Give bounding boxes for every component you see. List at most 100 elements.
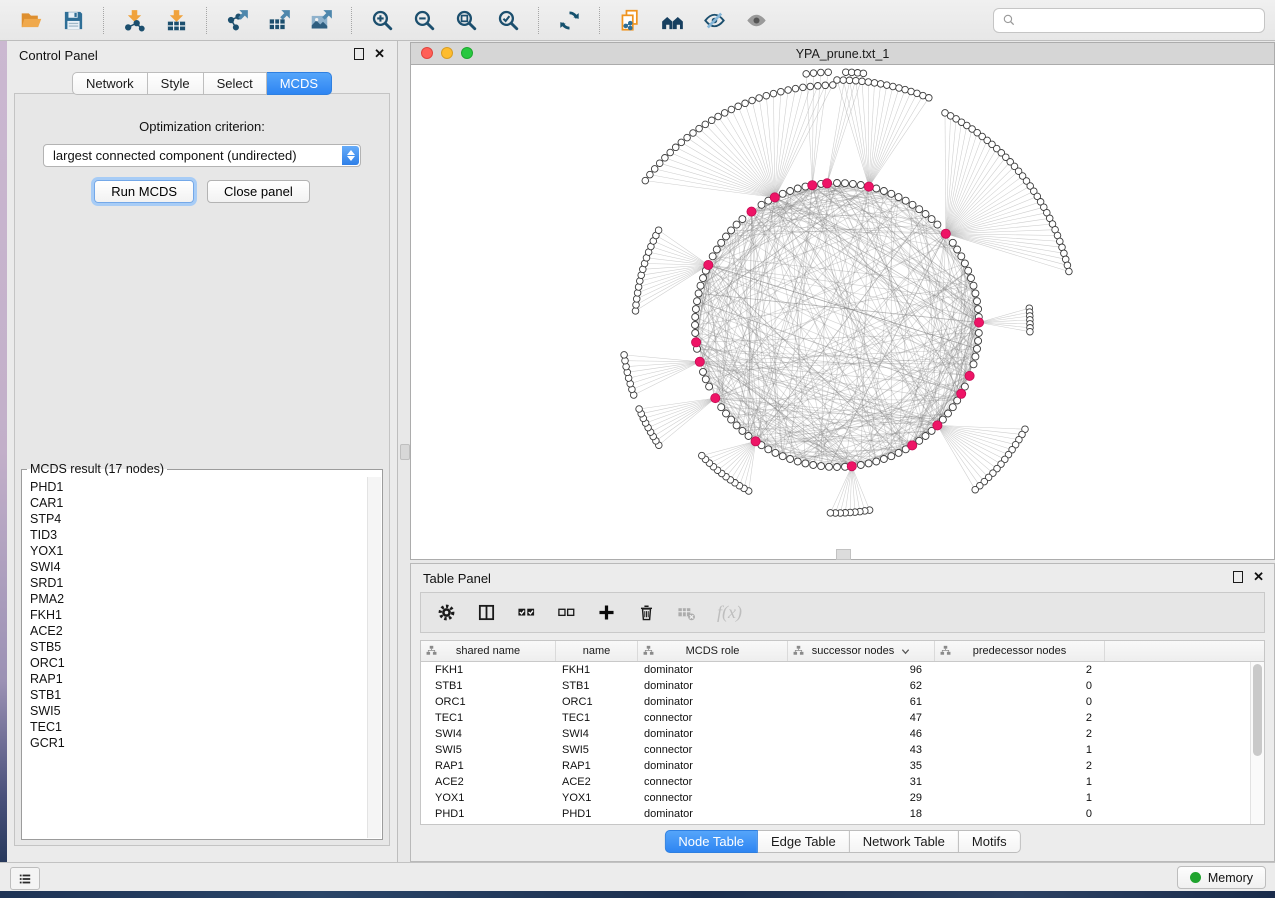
close-table-panel-icon[interactable]: ✕ <box>1253 572 1264 582</box>
table-row[interactable]: STB1STB1dominator620 <box>421 678 1264 694</box>
result-list-item[interactable]: SWI5 <box>23 703 367 719</box>
table-scrollbar[interactable] <box>1250 662 1264 824</box>
select-all-rows-icon[interactable] <box>517 603 536 622</box>
export-table-icon[interactable] <box>262 5 296 35</box>
first-neighbors-icon[interactable] <box>655 5 689 35</box>
hide-graphics-details-icon[interactable] <box>697 5 731 35</box>
window-minimize-button[interactable] <box>441 47 453 59</box>
sort-chevron-icon[interactable] <box>901 647 910 656</box>
close-panel-button[interactable]: Close panel <box>207 180 310 203</box>
cell-shared-name: SWI4 <box>421 728 556 740</box>
import-network-icon[interactable] <box>117 5 151 35</box>
column-header-label: MCDS role <box>686 645 740 657</box>
table-row[interactable]: PHD1PHD1dominator180 <box>421 806 1264 822</box>
close-panel-icon[interactable]: ✕ <box>374 49 385 59</box>
zoom-fit-icon[interactable] <box>449 5 483 35</box>
export-image-icon[interactable] <box>304 5 338 35</box>
tab-edge-table[interactable]: Edge Table <box>758 830 850 853</box>
table-scrollbar-thumb[interactable] <box>1253 664 1262 756</box>
result-list-item[interactable]: SRD1 <box>23 575 367 591</box>
new-network-from-selection-icon[interactable] <box>613 5 647 35</box>
network-canvas-container[interactable] <box>411 64 1274 559</box>
result-list-item[interactable]: ACE2 <box>23 623 367 639</box>
cell-predecessor-nodes: 2 <box>935 760 1105 772</box>
result-list-item[interactable]: TEC1 <box>23 719 367 735</box>
zoom-selected-icon[interactable] <box>491 5 525 35</box>
search-box[interactable] <box>993 8 1265 33</box>
table-row[interactable]: SWI4SWI4dominator462 <box>421 726 1264 742</box>
result-list-item[interactable]: STB5 <box>23 639 367 655</box>
network-canvas[interactable] <box>411 64 1274 559</box>
table-row[interactable]: RAP1RAP1dominator352 <box>421 758 1264 774</box>
table-row[interactable]: ACE2ACE2connector311 <box>421 774 1264 790</box>
column-header-shared-name[interactable]: shared name <box>421 641 556 661</box>
export-network-icon[interactable] <box>220 5 254 35</box>
tab-network-table[interactable]: Network Table <box>850 830 959 853</box>
open-session-icon[interactable] <box>14 5 48 35</box>
tab-motifs[interactable]: Motifs <box>959 830 1021 853</box>
tab-style[interactable]: Style <box>148 72 204 95</box>
table-row[interactable]: TEC1TEC1connector472 <box>421 710 1264 726</box>
column-header-mcds-role[interactable]: MCDS role <box>638 641 788 661</box>
zoom-in-icon[interactable] <box>365 5 399 35</box>
window-maximize-button[interactable] <box>461 47 473 59</box>
cell-shared-name: ACE2 <box>421 776 556 788</box>
tab-select[interactable]: Select <box>204 72 267 95</box>
deselect-all-rows-icon[interactable] <box>557 603 576 622</box>
result-list-item[interactable]: STB1 <box>23 687 367 703</box>
zoom-out-icon[interactable] <box>407 5 441 35</box>
delete-columns-icon[interactable] <box>637 603 656 622</box>
result-list-item[interactable]: RAP1 <box>23 671 367 687</box>
table-panel-header: Table Panel ✕ <box>411 564 1274 590</box>
result-list-item[interactable]: GCR1 <box>23 735 367 751</box>
tab-network[interactable]: Network <box>72 72 148 95</box>
tab-mcds[interactable]: MCDS <box>267 72 332 95</box>
optimization-criterion-select[interactable]: largest connected component (undirected) <box>43 144 361 167</box>
cell-mcds-role: dominator <box>638 808 788 820</box>
result-list-item[interactable]: SWI4 <box>23 559 367 575</box>
cell-name: SWI4 <box>556 728 638 740</box>
memory-button[interactable]: Memory <box>1177 866 1266 889</box>
mcds-result-scrollbar[interactable] <box>367 477 381 838</box>
run-mcds-button[interactable]: Run MCDS <box>94 180 194 203</box>
window-close-button[interactable] <box>421 47 433 59</box>
node-table-body: FKH1FKH1dominator962STB1STB1dominator620… <box>421 662 1264 822</box>
table-panel: Table Panel ✕ f(x) shared namenameMCDS r… <box>410 563 1275 862</box>
import-table-icon[interactable] <box>159 5 193 35</box>
result-list-item[interactable]: PMA2 <box>23 591 367 607</box>
result-list-item[interactable]: CAR1 <box>23 495 367 511</box>
cell-name: RAP1 <box>556 760 638 772</box>
network-window-titlebar[interactable]: YPA_prune.txt_1 <box>411 43 1274 65</box>
float-table-panel-icon[interactable] <box>1233 571 1243 583</box>
float-panel-icon[interactable] <box>354 48 364 60</box>
result-list-item[interactable]: STP4 <box>23 511 367 527</box>
column-header-name[interactable]: name <box>556 641 638 661</box>
table-row[interactable]: YOX1YOX1connector291 <box>421 790 1264 806</box>
column-layout-icon[interactable] <box>477 603 496 622</box>
result-list-item[interactable]: TID3 <box>23 527 367 543</box>
network-window-title: YPA_prune.txt_1 <box>796 47 890 61</box>
save-session-icon[interactable] <box>56 5 90 35</box>
table-row[interactable]: ORC1ORC1dominator610 <box>421 694 1264 710</box>
namespace-icon <box>643 645 654 656</box>
cell-mcds-role: connector <box>638 776 788 788</box>
table-row[interactable]: SWI5SWI5connector431 <box>421 742 1264 758</box>
create-column-icon[interactable] <box>597 603 616 622</box>
column-header-label: name <box>583 645 611 657</box>
task-history-button[interactable] <box>10 867 40 890</box>
result-list-item[interactable]: PHD1 <box>23 479 367 495</box>
vertical-splitter-handle[interactable] <box>400 444 410 460</box>
horizontal-splitter-handle[interactable] <box>836 549 851 560</box>
tab-node-table[interactable]: Node Table <box>664 830 758 853</box>
result-list-item[interactable]: ORC1 <box>23 655 367 671</box>
apply-preferred-layout-icon[interactable] <box>552 5 586 35</box>
search-input[interactable] <box>1022 12 1256 29</box>
table-row[interactable]: FKH1FKH1dominator962 <box>421 662 1264 678</box>
result-list-item[interactable]: FKH1 <box>23 607 367 623</box>
column-header-successor-nodes[interactable]: successor nodes <box>788 641 935 661</box>
cell-shared-name: SWI5 <box>421 744 556 756</box>
column-header-predecessor-nodes[interactable]: predecessor nodes <box>935 641 1105 661</box>
show-graphics-details-icon[interactable] <box>739 5 773 35</box>
table-settings-icon[interactable] <box>437 603 456 622</box>
result-list-item[interactable]: YOX1 <box>23 543 367 559</box>
